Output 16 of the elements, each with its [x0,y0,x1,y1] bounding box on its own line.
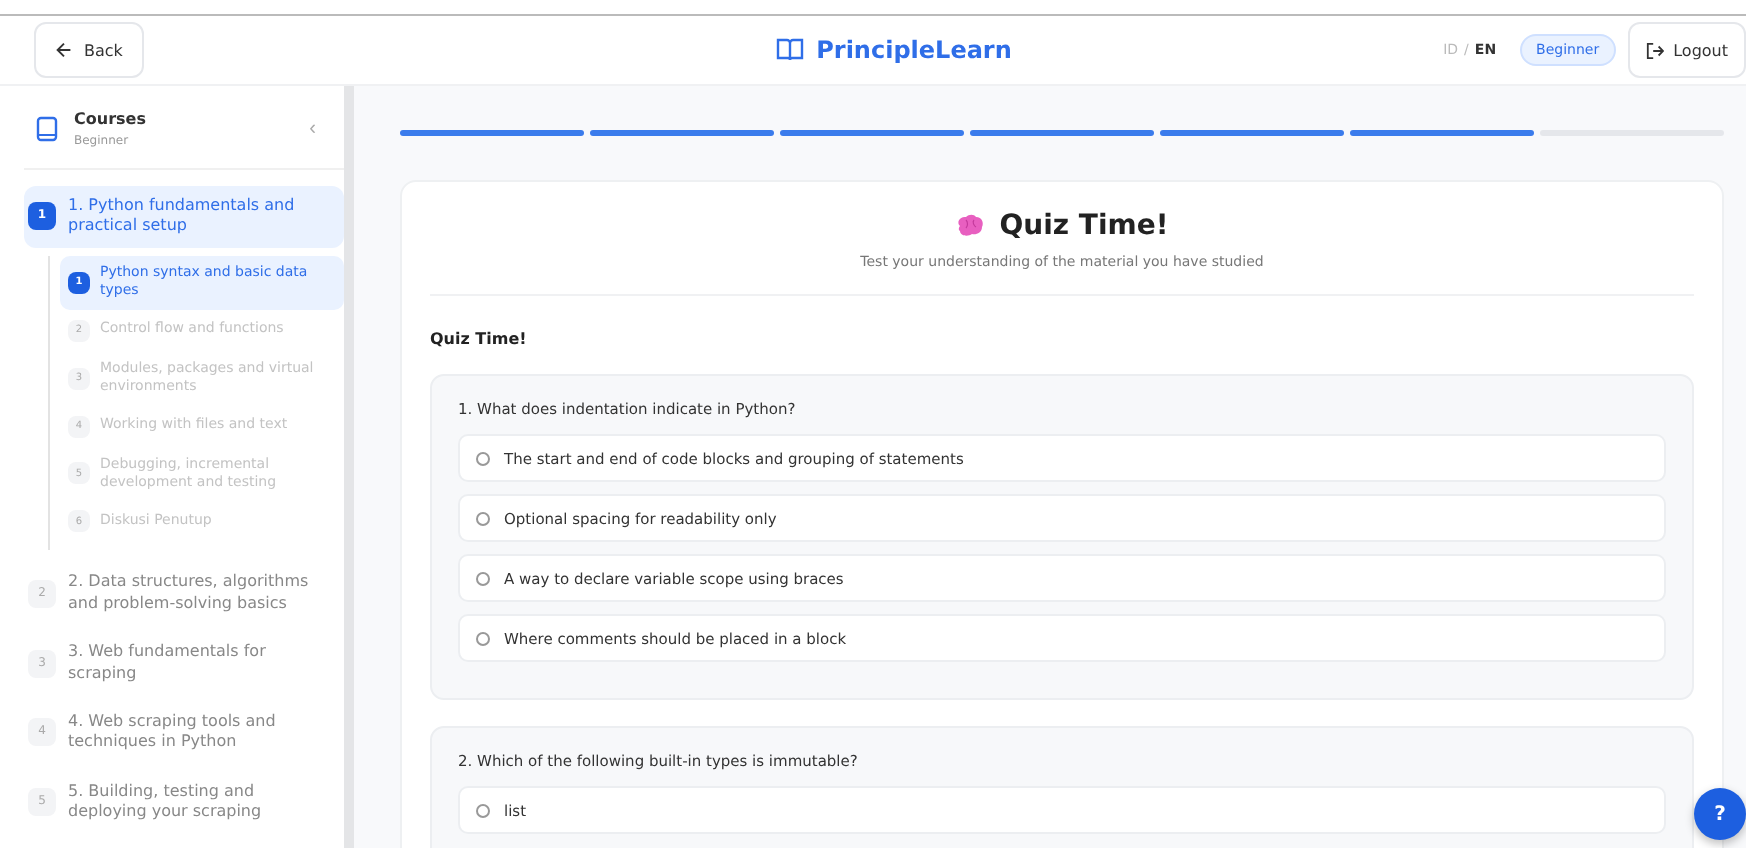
quiz-title: Quiz Time! [999,210,1169,242]
radio-button[interactable] [476,803,490,817]
section-title: Quiz Time! [430,330,529,348]
sidebar-title: Courses [74,110,146,128]
brain-icon [955,214,984,238]
arrow-left-icon [56,42,72,58]
back-button[interactable]: Back [34,22,145,78]
logout-button[interactable]: Logout [1627,22,1746,78]
radio-button[interactable] [476,631,490,645]
book-icon [36,116,58,142]
logout-icon [1645,41,1664,59]
book-icon [776,38,805,62]
radio-button[interactable] [476,571,490,585]
app-logo-text: PrincipleLearn [816,36,1012,64]
radio-button[interactable] [476,511,490,525]
radio-button[interactable] [476,451,490,465]
